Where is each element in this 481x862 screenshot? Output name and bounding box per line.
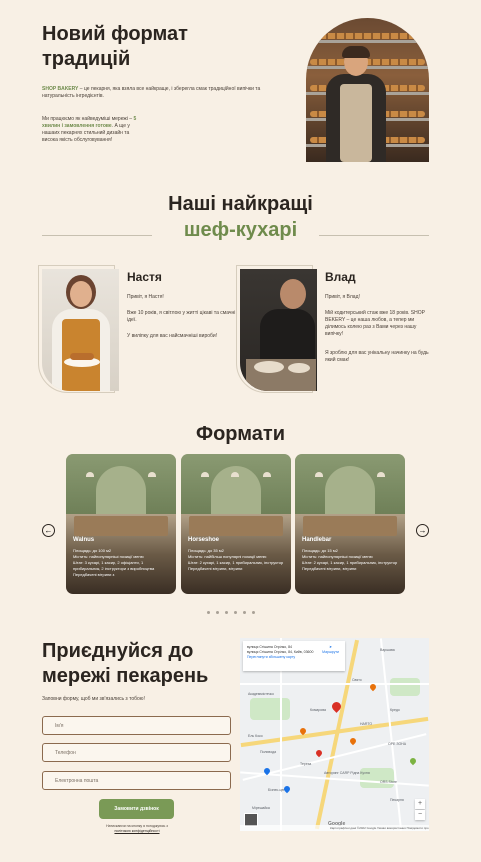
directions-button[interactable]: ➤ Маршрути — [322, 645, 339, 655]
format-card[interactable]: Walnus Площадь: до 100 м2 Містить: найпоп… — [66, 454, 176, 594]
map-label: Варшава — [380, 648, 395, 652]
hero-p2-start: Ми працюємо як найведуміші мережі – — [42, 116, 134, 122]
chef-text: Привіт, я Настя! — [127, 294, 164, 300]
chef-photo-vlad — [240, 269, 317, 391]
map-label: Мірешайка — [252, 806, 270, 810]
format-card-name: Handlebar — [302, 537, 332, 543]
consent-text: Натискаючи на кнопку я погоджуюсь з полі… — [85, 824, 189, 834]
carousel-next-button[interactable]: → — [416, 524, 429, 537]
formats-title: Формати — [196, 423, 285, 445]
directions-label: Маршрути — [322, 650, 339, 654]
map-label: Поливода — [260, 750, 277, 754]
format-card-info: Площадь: до 15 м2 Містить: найпопулярніші… — [302, 548, 398, 571]
shelf — [306, 40, 429, 43]
map-label: Тереза — [300, 762, 312, 766]
place-pin-icon[interactable] — [348, 736, 358, 746]
carousel-dots — [207, 601, 261, 619]
map-label: HARTO — [360, 722, 373, 726]
chefs-title: Наші найкращі — [168, 193, 313, 215]
carousel-dot[interactable] — [252, 611, 255, 614]
map-label: Академмістечко — [248, 692, 274, 696]
map-footer: Картографічні дані ©2022 Google Умови ви… — [240, 825, 429, 831]
zoom-in-button[interactable]: + — [415, 799, 425, 809]
chef-photo-nastya — [42, 269, 119, 391]
map-label: Ель Коко — [248, 734, 263, 738]
directions-icon: ➤ — [329, 645, 333, 649]
carousel-dot[interactable] — [234, 611, 237, 614]
map-label: Пекарня — [390, 798, 404, 802]
chef-name-vlad: Влад — [325, 270, 356, 284]
carousel-prev-button[interactable]: ← — [42, 524, 55, 537]
phone-input[interactable] — [42, 743, 231, 762]
privacy-policy-link[interactable]: політикою конфіденційності — [114, 829, 159, 833]
map-info-card: вулиця Стішина Огрілко, 84 вулиця Стішин… — [243, 641, 345, 671]
consent-label: Натискаючи на кнопку я погоджуюсь з — [106, 824, 168, 828]
map-larger-link[interactable]: Переглянути збільшену карту — [247, 655, 295, 659]
map-label: ORS Store — [380, 780, 397, 784]
baker-figure — [326, 46, 386, 162]
format-card-info: Площадь: до 100 м2 Містить: найпопулярніш… — [73, 548, 155, 577]
format-card-info: Площадь: до 35 м2 Містить: найбільш попул… — [188, 548, 284, 571]
hero-description: SHOP BAKERY – це пекарня, яка взяла все … — [42, 86, 262, 100]
format-card[interactable]: Horseshoe Площадь: до 35 м2 Містить: найб… — [181, 454, 291, 594]
carousel-dot[interactable] — [207, 611, 210, 614]
chef-name-nastya: Настя — [127, 270, 162, 284]
chef-text: Мій кодитерський стаж вже 18 років. SHOP… — [325, 310, 425, 337]
email-input[interactable] — [42, 771, 231, 790]
request-call-button[interactable]: Замовити дзвінок — [99, 799, 174, 819]
chef-text: У виліпку для вас найсмачніші вироби! — [127, 333, 218, 339]
join-title: Приєднуйся до мережі пекарень — [42, 640, 209, 687]
map-label: ОРЕ ЗОНА — [388, 742, 407, 746]
map-label: Комарова — [310, 708, 326, 712]
zoom-out-button[interactable]: − — [415, 810, 425, 820]
carousel-dot[interactable] — [216, 611, 219, 614]
hero-title: Новий формат традицій — [42, 23, 188, 70]
brand-name: SHOP BAKERY — [42, 86, 79, 92]
place-pin-icon[interactable] — [314, 748, 324, 758]
chef-text: Я зроблю для вас унікальну начинку на бу… — [325, 350, 429, 363]
map-label: Свято — [352, 678, 362, 682]
format-card-name: Horseshoe — [188, 537, 220, 543]
map-label: Авторинг CARP Рідна Кухня — [324, 771, 370, 775]
divider-right — [319, 235, 429, 236]
hero-section: Новий формат традицій SHOP BAKERY – це п… — [0, 0, 481, 180]
bread-row — [310, 33, 425, 39]
chef-text: Привіт, я Влад! — [325, 294, 360, 300]
divider-left — [42, 235, 152, 236]
format-card-name: Walnus — [73, 537, 95, 543]
baker-photo — [306, 18, 429, 162]
name-input[interactable] — [42, 716, 231, 735]
map-label: Кредо — [390, 708, 400, 712]
format-card[interactable]: Handlebar Площадь: до 15 м2 Містить: найп… — [295, 454, 405, 594]
chef-text: Вже 10 років, я світлою у житті цікаві т… — [127, 310, 236, 323]
hero-description-2: Ми працюємо як найведуміші мережі – 5 хв… — [42, 116, 142, 144]
map-embed[interactable]: Свято Академмістечко Варшава Комарова HA… — [240, 638, 429, 831]
carousel-dot[interactable] — [243, 611, 246, 614]
join-subtitle: Заповни форму, щоб ми зв'язались з тобою… — [42, 696, 145, 702]
place-pin-icon[interactable] — [408, 756, 418, 766]
chefs-subtitle: шеф-кухарі — [183, 219, 298, 241]
carousel-dot[interactable] — [225, 611, 228, 614]
